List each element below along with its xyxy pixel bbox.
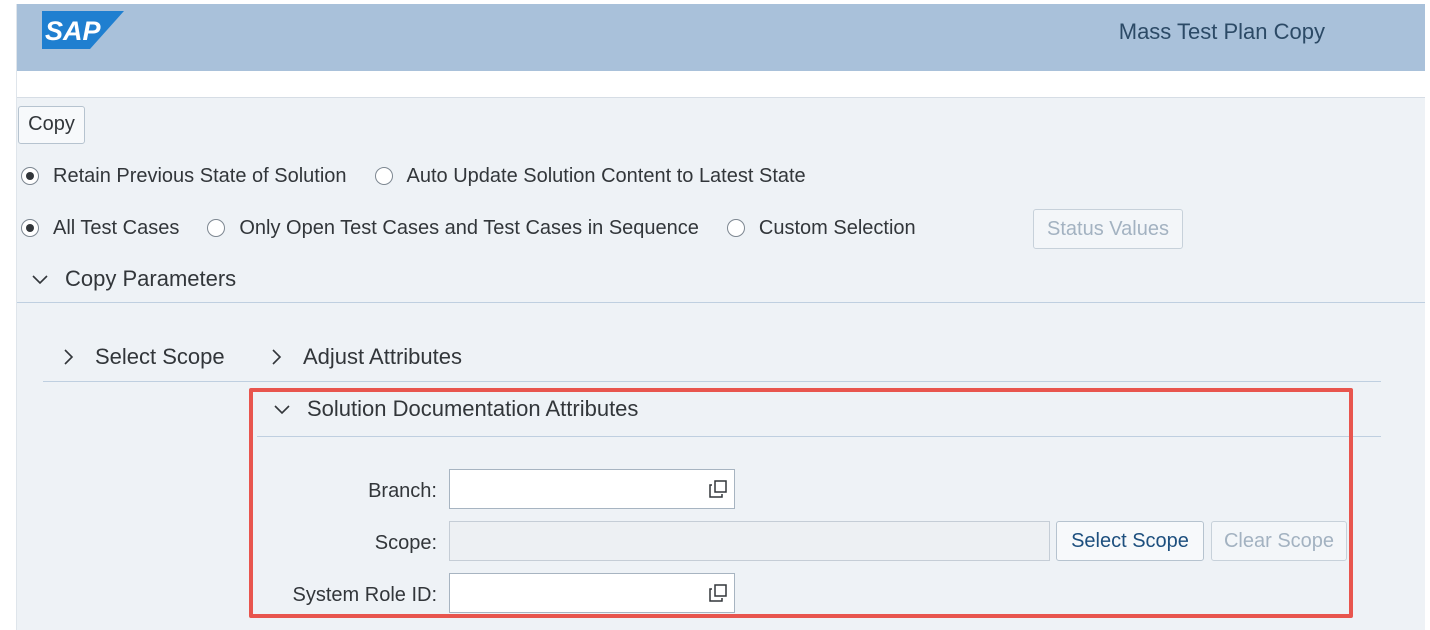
- radio-all-test-cases[interactable]: All Test Cases: [21, 217, 179, 240]
- app-window: SAP Mass Test Plan Copy Copy Retain Prev…: [16, 4, 1425, 630]
- copy-parameters-title: Copy Parameters: [65, 266, 237, 291]
- tab-select-scope[interactable]: Select Scope: [57, 344, 225, 370]
- state-radio-group: Retain Previous State of Solution Auto U…: [21, 161, 830, 191]
- radio-custom-selection[interactable]: Custom Selection: [726, 216, 916, 240]
- radio-auto-update-solution[interactable]: Auto Update Solution Content to Latest S…: [374, 164, 806, 188]
- chevron-right-icon: [64, 349, 74, 365]
- radio-only-open-test-cases[interactable]: Only Open Test Cases and Test Cases in S…: [207, 217, 699, 240]
- radio-label: All Test Cases: [53, 216, 180, 239]
- radio-unselected-icon[interactable]: [374, 167, 393, 185]
- sap-logo: SAP: [42, 11, 124, 49]
- radio-selected-icon[interactable]: [21, 167, 39, 185]
- tab-label: Adjust Attributes: [303, 344, 462, 369]
- chevron-down-icon: [32, 275, 48, 285]
- copy-parameters-header[interactable]: Copy Parameters: [29, 266, 236, 292]
- radio-label: Retain Previous State of Solution: [53, 164, 347, 187]
- radio-label: Only Open Test Cases and Test Cases in S…: [239, 216, 699, 239]
- copy-button[interactable]: Copy: [18, 106, 85, 144]
- sub-header-bar: [17, 71, 1425, 98]
- tabs-divider: [43, 381, 1381, 382]
- shell-bar: SAP Mass Test Plan Copy: [17, 4, 1425, 71]
- radio-label: Auto Update Solution Content to Latest S…: [406, 164, 806, 187]
- radio-selected-icon[interactable]: [21, 219, 39, 237]
- radio-retain-previous-state[interactable]: Retain Previous State of Solution: [21, 165, 347, 188]
- testcase-radio-group: All Test Cases Only Open Test Cases and …: [21, 213, 940, 243]
- tab-adjust-attributes[interactable]: Adjust Attributes: [265, 344, 462, 370]
- app-title: Mass Test Plan Copy: [1118, 19, 1325, 44]
- tab-label: Select Scope: [95, 344, 225, 369]
- radio-label: Custom Selection: [758, 216, 916, 239]
- status-values-button[interactable]: Status Values: [1033, 209, 1183, 249]
- section-divider: [17, 302, 1425, 303]
- chevron-right-icon: [272, 349, 282, 365]
- radio-unselected-icon[interactable]: [726, 219, 745, 237]
- radio-unselected-icon[interactable]: [207, 219, 226, 237]
- sap-logo-text: SAP: [45, 16, 102, 46]
- highlight-box: [249, 388, 1353, 618]
